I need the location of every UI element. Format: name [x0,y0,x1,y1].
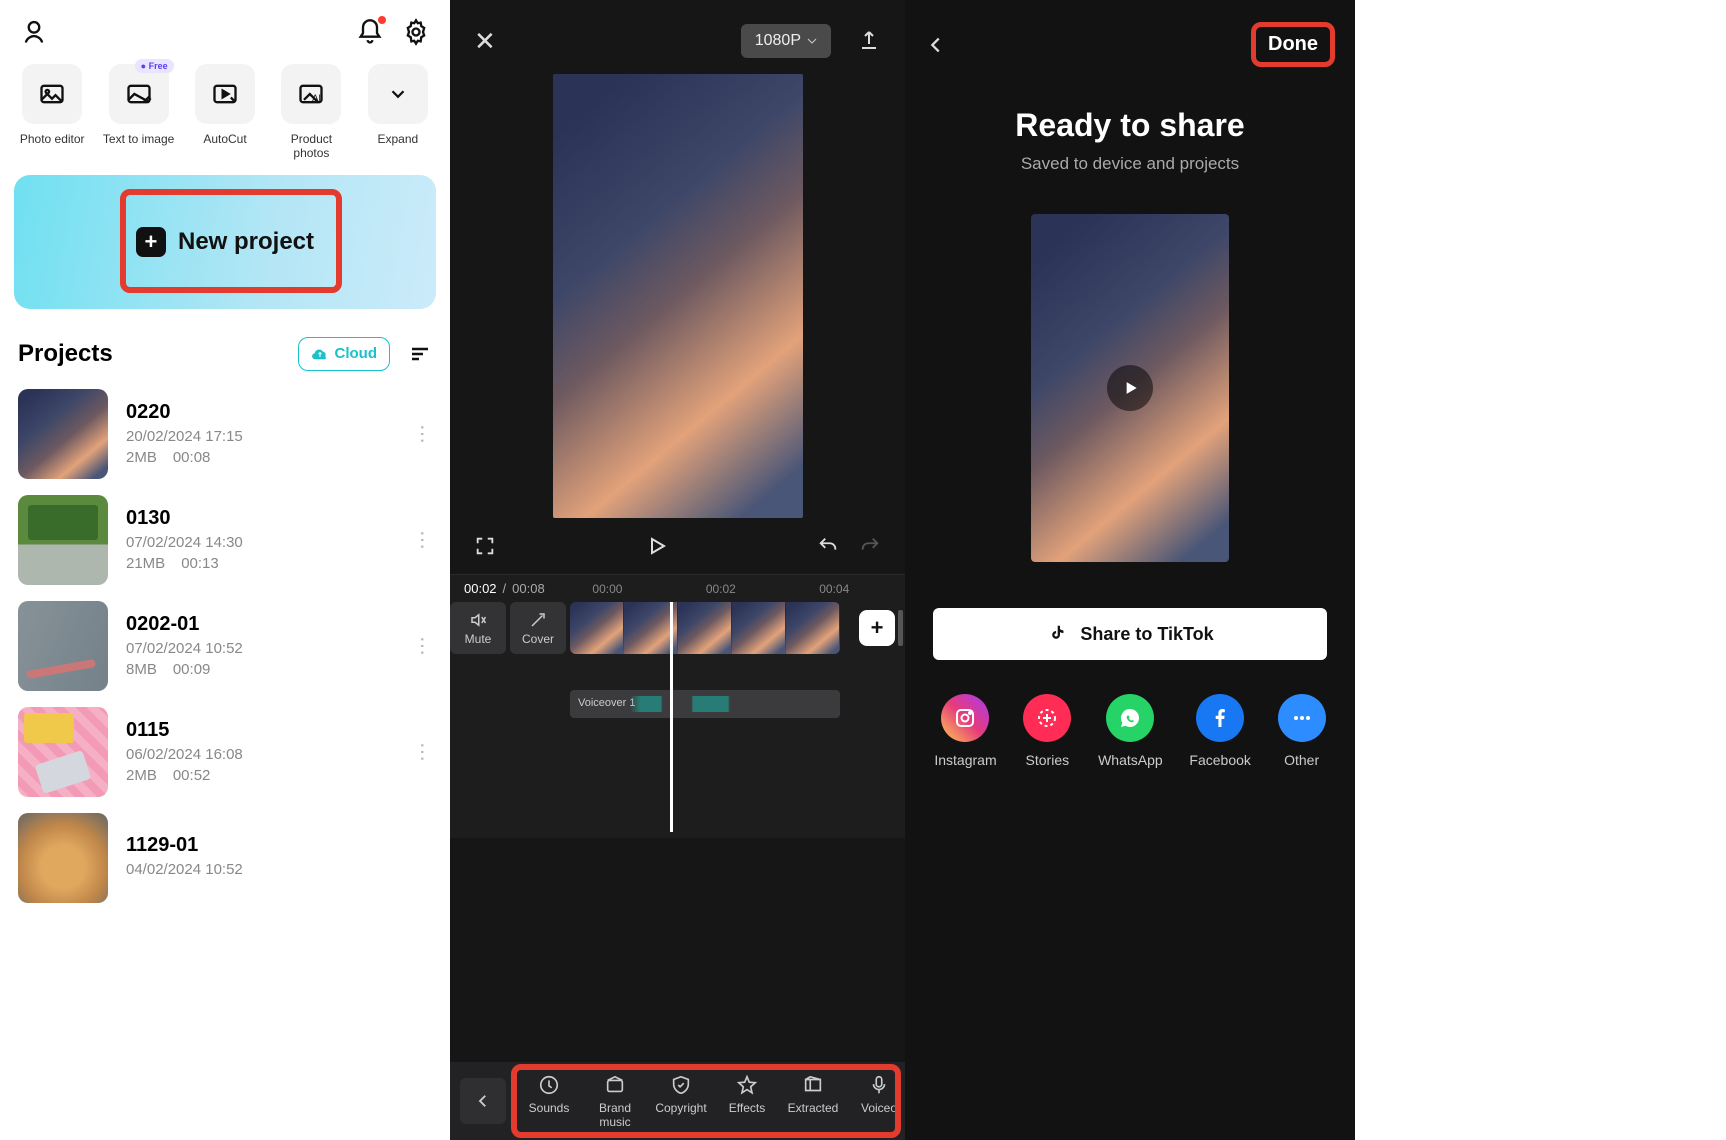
share-whatsapp[interactable]: WhatsApp [1098,694,1163,768]
projects-panel: Photo editor ● Free Text to image AutoCu… [0,0,450,1140]
instagram-icon [941,694,989,742]
facebook-icon [1196,694,1244,742]
play-icon[interactable] [1107,365,1153,411]
back-icon[interactable] [925,34,947,56]
share-instagram[interactable]: Instagram [934,694,996,768]
share-title: Ready to share [905,107,1355,144]
other-icon [1278,694,1326,742]
cloud-button[interactable]: Cloud [298,337,391,371]
time-ruler[interactable]: 00:02 / 00:08 00:00 00:02 00:04 [450,574,905,602]
undo-icon[interactable] [817,535,839,557]
tiktok-icon [1046,623,1068,645]
settings-icon[interactable] [402,18,430,46]
share-facebook[interactable]: Facebook [1189,694,1250,768]
resolution-button[interactable]: 1080P [741,24,831,58]
notification-dot [378,16,386,24]
voiceover-clip[interactable]: Voiceover 1 [570,690,840,718]
video-preview[interactable] [553,74,803,518]
waveform [630,696,834,712]
video-track[interactable]: Mute Cover + [450,602,905,684]
share-panel: Done Ready to share Saved to device and … [905,0,1355,1140]
export-icon[interactable] [857,29,881,53]
playhead[interactable] [670,602,673,832]
tool-expand[interactable]: Expand [360,64,436,161]
svg-text:AI: AI [313,93,322,103]
project-thumbnail [18,601,108,691]
add-clip-button[interactable]: + [859,610,895,646]
track-handle[interactable] [898,610,903,646]
more-icon[interactable]: ⋯ [410,742,435,761]
editor-header: ✕ 1080P [450,0,905,68]
project-item[interactable]: 0115 06/02/2024 16:08 2MB00:52 ⋯ [0,699,450,805]
redo-icon[interactable] [859,535,881,557]
time-total: 00:08 [512,581,545,596]
left-header [0,0,450,56]
playback-row [450,518,905,574]
share-subtitle: Saved to device and projects [905,154,1355,174]
project-thumbnail [18,813,108,903]
whatsapp-icon [1106,694,1154,742]
export-preview[interactable] [1031,214,1229,562]
projects-title: Projects [18,340,113,368]
preview-area [450,68,905,518]
stories-icon [1023,694,1071,742]
voiceover-track[interactable]: Voiceover 1 [450,684,905,718]
done-button[interactable]: Done [1262,29,1324,60]
profile-icon[interactable] [20,18,48,46]
tool-text-to-image[interactable]: ● Free Text to image [100,64,176,161]
free-badge: ● Free [135,59,174,73]
editor-panel: ✕ 1080P 00:02 / 00:08 00:00 00:02 00:04 [450,0,905,1140]
sort-icon[interactable] [408,342,432,366]
more-icon[interactable]: ⋯ [410,636,435,655]
chevron-down-icon [807,36,817,46]
cover-button[interactable]: Cover [510,602,566,654]
project-item[interactable]: 0220 20/02/2024 17:15 2MB00:08 ⋯ [0,381,450,487]
mute-button[interactable]: Mute [450,602,506,654]
project-thumbnail [18,495,108,585]
time-current: 00:02 [464,581,497,596]
projects-header: Projects Cloud [0,309,450,381]
project-item[interactable]: 0202-01 07/02/2024 10:52 8MB00:09 ⋯ [0,593,450,699]
fullscreen-icon[interactable] [474,535,496,557]
share-tiktok-button[interactable]: Share to TikTok [933,608,1327,660]
share-header: Done [905,0,1355,77]
notifications-icon[interactable] [356,18,384,46]
project-thumbnail [18,389,108,479]
tool-product-photos[interactable]: AI Product photos [273,64,349,161]
tool-photo-editor[interactable]: Photo editor [14,64,90,161]
more-icon[interactable]: ⋯ [410,530,435,549]
project-thumbnail [18,707,108,797]
project-item[interactable]: 1129-01 04/02/2024 10:52 [0,805,450,911]
highlight-done: Done [1251,22,1335,67]
play-icon[interactable] [645,534,669,558]
highlight-audio-toolbar [511,1064,901,1138]
more-icon[interactable]: ⋯ [410,424,435,443]
share-other[interactable]: Other [1278,694,1326,768]
close-icon[interactable]: ✕ [474,26,496,57]
tools-row: Photo editor ● Free Text to image AutoCu… [0,56,450,161]
toolbar-back-icon[interactable] [460,1078,506,1124]
new-project-button[interactable]: + New project [14,175,436,309]
highlight-new-project [120,189,342,293]
tool-autocut[interactable]: AutoCut [187,64,263,161]
share-targets-row: Instagram Stories WhatsApp Facebook Othe… [905,660,1355,768]
video-clip[interactable] [570,602,840,654]
project-item[interactable]: 0130 07/02/2024 14:30 21MB00:13 ⋯ [0,487,450,593]
share-stories[interactable]: Stories [1023,694,1071,768]
projects-list: 0220 20/02/2024 17:15 2MB00:08 ⋯ 0130 07… [0,381,450,911]
